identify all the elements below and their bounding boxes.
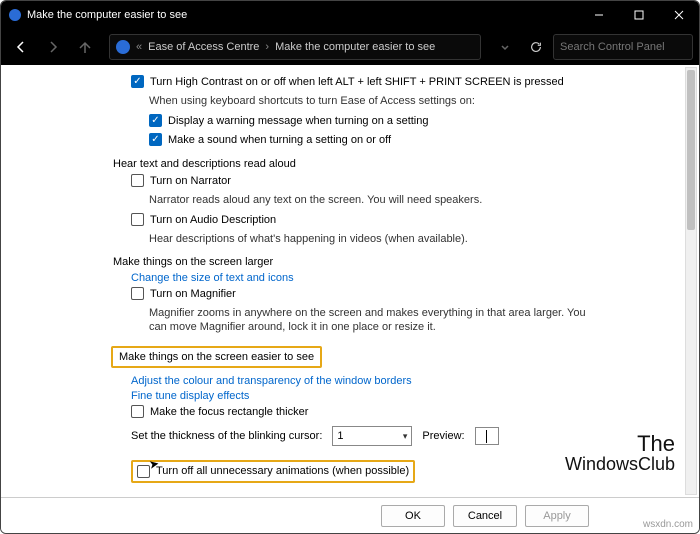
- narrator-checkbox[interactable]: [131, 174, 144, 187]
- ok-button[interactable]: OK: [381, 505, 445, 527]
- magnifier-desc: Magnifier zooms in anywhere on the scree…: [149, 306, 589, 334]
- high-contrast-label: Turn High Contrast on or off when left A…: [150, 75, 564, 90]
- scroll-thumb[interactable]: [687, 70, 695, 230]
- search-placeholder: Search Control Panel: [560, 41, 665, 53]
- chevron-down-icon: ▾: [403, 431, 408, 442]
- dropdown-button[interactable]: [491, 33, 519, 61]
- audio-desc-checkbox[interactable]: [131, 213, 144, 226]
- content-area: Turn High Contrast on or off when left A…: [1, 65, 699, 497]
- turn-off-anim-checkbox[interactable]: [137, 465, 150, 478]
- cursor-preview: [486, 430, 487, 443]
- warning-label: Display a warning message when turning o…: [168, 114, 428, 129]
- adjust-colour-link[interactable]: Adjust the colour and transparency of th…: [131, 375, 589, 387]
- focus-rect-label: Make the focus rectangle thicker: [150, 405, 308, 420]
- turn-off-anim-highlight: Turn off all unnecessary animations (whe…: [131, 460, 415, 483]
- sound-checkbox[interactable]: [149, 133, 162, 146]
- apply-button[interactable]: Apply: [525, 505, 589, 527]
- easier-header-highlight: Make things on the screen easier to see: [111, 346, 322, 368]
- high-contrast-checkbox[interactable]: [131, 75, 144, 88]
- change-size-link[interactable]: Change the size of text and icons: [131, 272, 589, 284]
- easier-header: Make things on the screen easier to see: [119, 351, 314, 363]
- turn-off-anim-label: Turn off all unnecessary animations (whe…: [156, 464, 409, 479]
- cancel-button[interactable]: Cancel: [453, 505, 517, 527]
- title-bar: Make the computer easier to see: [1, 1, 699, 29]
- nav-bar: « Ease of Access Centre › Make the compu…: [1, 29, 699, 65]
- thickness-combo[interactable]: 1 ▾: [332, 426, 412, 446]
- hear-header: Hear text and descriptions read aloud: [113, 158, 589, 170]
- fine-tune-link[interactable]: Fine tune display effects: [131, 390, 589, 402]
- up-button[interactable]: [71, 33, 99, 61]
- breadcrumb[interactable]: « Ease of Access Centre › Make the compu…: [109, 34, 481, 60]
- magnifier-label: Turn on Magnifier: [150, 287, 236, 302]
- kb-shortcut-intro: When using keyboard shortcuts to turn Ea…: [149, 94, 589, 108]
- forward-button[interactable]: [39, 33, 67, 61]
- preview-box: [475, 427, 499, 445]
- breadcrumb-part[interactable]: Make the computer easier to see: [275, 41, 435, 53]
- maximize-button[interactable]: [619, 1, 659, 29]
- minimize-button[interactable]: [579, 1, 619, 29]
- audio-desc-desc: Hear descriptions of what's happening in…: [149, 232, 589, 246]
- magnifier-checkbox[interactable]: [131, 287, 144, 300]
- audio-desc-label: Turn on Audio Description: [150, 213, 276, 228]
- refresh-button[interactable]: [523, 34, 549, 60]
- close-button[interactable]: [659, 1, 699, 29]
- breadcrumb-part[interactable]: Ease of Access Centre: [148, 41, 259, 53]
- preview-label: Preview:: [422, 430, 464, 442]
- larger-header: Make things on the screen larger: [113, 256, 589, 268]
- button-row: OK Cancel Apply: [1, 497, 699, 533]
- window-title: Make the computer easier to see: [27, 9, 187, 21]
- location-icon: [116, 40, 130, 54]
- back-button[interactable]: [7, 33, 35, 61]
- thickness-value: 1: [337, 430, 343, 442]
- search-input[interactable]: Search Control Panel: [553, 34, 693, 60]
- focus-rect-checkbox[interactable]: [131, 405, 144, 418]
- thickness-label: Set the thickness of the blinking cursor…: [131, 430, 322, 442]
- app-icon: [9, 9, 21, 21]
- scrollbar[interactable]: [685, 67, 697, 495]
- narrator-desc: Narrator reads aloud any text on the scr…: [149, 193, 589, 207]
- sound-label: Make a sound when turning a setting on o…: [168, 133, 391, 148]
- warning-checkbox[interactable]: [149, 114, 162, 127]
- narrator-label: Turn on Narrator: [150, 174, 231, 189]
